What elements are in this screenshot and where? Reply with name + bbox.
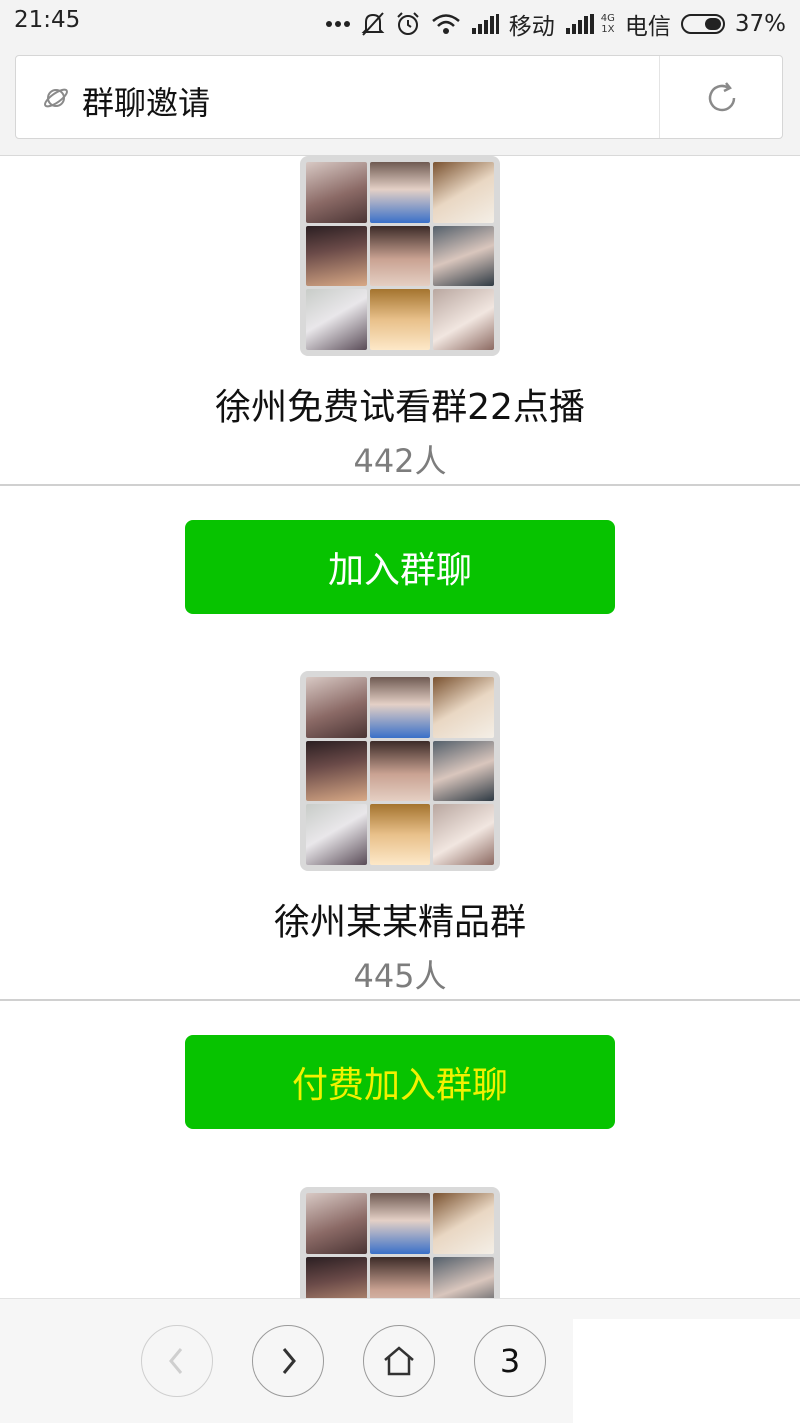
member-photo — [306, 677, 367, 738]
divider — [0, 484, 800, 486]
signal-icon — [471, 14, 499, 34]
status-bar: 21:45 移动 4G 1X 电信 37% — [0, 0, 800, 44]
group-avatar — [300, 1187, 500, 1298]
address-area: 群聊邀请 — [0, 44, 800, 156]
member-photo — [369, 740, 431, 802]
paid-join-group-button[interactable]: 付费加入群聊 — [185, 1035, 615, 1129]
member-photo — [433, 677, 494, 738]
member-count: 442人 — [353, 442, 447, 480]
member-photo — [306, 162, 367, 223]
address-bar[interactable]: 群聊邀请 — [15, 55, 783, 139]
member-photo — [369, 677, 431, 738]
member-photo — [306, 225, 367, 287]
group-avatar — [300, 671, 500, 871]
tab-count: 3 — [499, 1342, 521, 1380]
network-type-top: 4G — [600, 13, 615, 24]
browser-bottom-bar: 3 — [0, 1298, 800, 1423]
member-photo — [306, 1256, 367, 1298]
reload-icon[interactable] — [704, 80, 740, 116]
address-divider — [659, 56, 660, 138]
status-icons: 移动 4G 1X 电信 37% — [325, 7, 786, 41]
more-dots-icon — [325, 21, 350, 27]
group-avatar — [300, 156, 500, 356]
member-photo — [433, 289, 494, 350]
member-photo — [369, 289, 431, 350]
network-type: 4G 1X — [601, 13, 615, 35]
member-photo — [369, 1193, 431, 1254]
member-photo — [306, 804, 367, 865]
member-photo — [306, 289, 367, 350]
carrier-2: 电信 — [624, 14, 671, 40]
member-photo — [369, 804, 431, 865]
join-group-button[interactable]: 加入群聊 — [185, 520, 615, 614]
member-photo — [369, 225, 431, 287]
member-photo — [369, 1256, 431, 1298]
member-photo — [433, 162, 494, 223]
mute-bell-icon — [361, 12, 385, 36]
group-name: 徐州免费试看群22点播 — [215, 387, 585, 428]
battery-icon — [680, 14, 725, 34]
home-icon — [384, 1346, 414, 1376]
network-type-bottom: 1X — [601, 24, 615, 35]
group-invite-list[interactable]: 徐州免费试看群22点播 442人 加入群聊 徐州某某精品群 445人 付费加入群… — [0, 156, 800, 1298]
status-time: 21:45 — [14, 7, 81, 33]
chevron-left-icon — [169, 1348, 183, 1374]
member-photo — [433, 1193, 494, 1254]
member-photo — [306, 1193, 367, 1254]
planet-icon — [44, 88, 68, 108]
member-photo — [433, 225, 494, 287]
member-photo — [433, 1256, 494, 1298]
page-title: 群聊邀请 — [82, 84, 211, 122]
back-button[interactable] — [141, 1325, 213, 1397]
member-photo — [433, 804, 494, 865]
chevron-right-icon — [282, 1348, 296, 1374]
home-button[interactable] — [363, 1325, 435, 1397]
wifi-icon — [431, 14, 460, 34]
group-name: 徐州某某精品群 — [273, 902, 526, 943]
carrier-1: 移动 — [508, 14, 555, 40]
bottom-bar-blank — [573, 1319, 800, 1423]
member-photo — [369, 162, 431, 223]
member-photo — [433, 740, 494, 802]
signal-icon-2 — [565, 14, 594, 34]
divider — [0, 999, 800, 1001]
forward-button[interactable] — [252, 1325, 324, 1397]
tabs-button[interactable]: 3 — [474, 1325, 546, 1397]
battery-percent: 37% — [734, 11, 786, 37]
alarm-clock-icon — [397, 12, 419, 35]
member-photo — [306, 740, 367, 802]
member-count: 445人 — [353, 957, 447, 995]
